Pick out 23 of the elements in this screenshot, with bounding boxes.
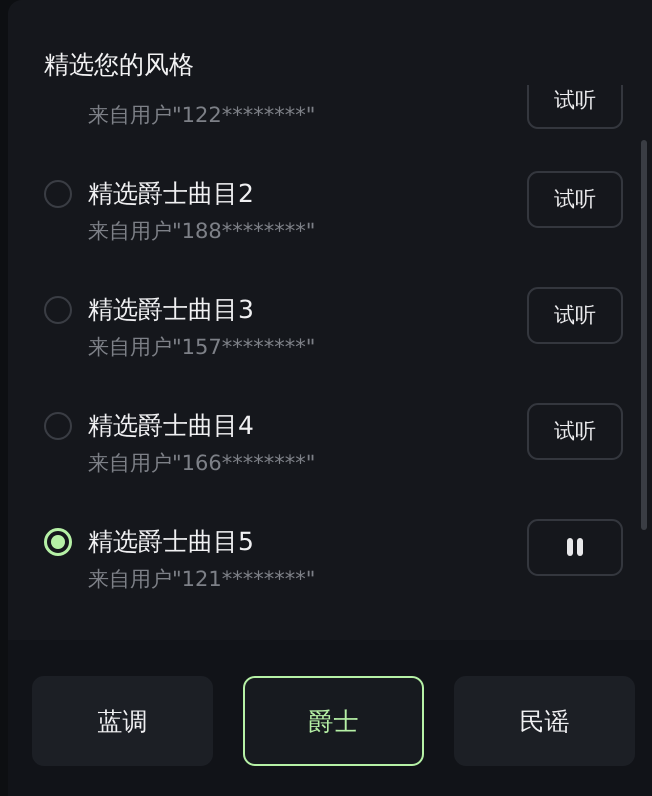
preview-button[interactable]: 试听 [527,170,623,228]
track-title: 精选爵士曲目2 [88,178,254,210]
radio-button[interactable] [44,180,72,208]
track-title: 精选爵士曲目3 [88,294,254,326]
track-source: 来自用户"121********" [88,566,316,593]
preview-button[interactable]: 试听 [527,85,623,128]
style-tab[interactable]: 爵士 [243,676,424,766]
track-source: 来自用户"188********" [88,218,316,245]
track-source: 来自用户"122********" [88,102,316,129]
style-tab[interactable]: 蓝调 [32,676,213,766]
track-source: 来自用户"166********" [88,450,316,477]
pause-icon [565,538,585,556]
panel-title: 精选您的风格 [44,49,194,81]
preview-button[interactable]: 试听 [527,286,623,344]
radio-button[interactable] [44,412,72,440]
radio-button[interactable] [44,296,72,324]
preview-button[interactable]: 试听 [527,402,623,460]
pause-button[interactable] [527,518,623,576]
scrollbar[interactable] [641,140,647,530]
track-title: 精选爵士曲目4 [88,410,254,442]
style-tab[interactable]: 民谣 [454,676,635,766]
track-source: 来自用户"157********" [88,334,316,361]
track-title: 精选爵士曲目5 [88,526,254,558]
